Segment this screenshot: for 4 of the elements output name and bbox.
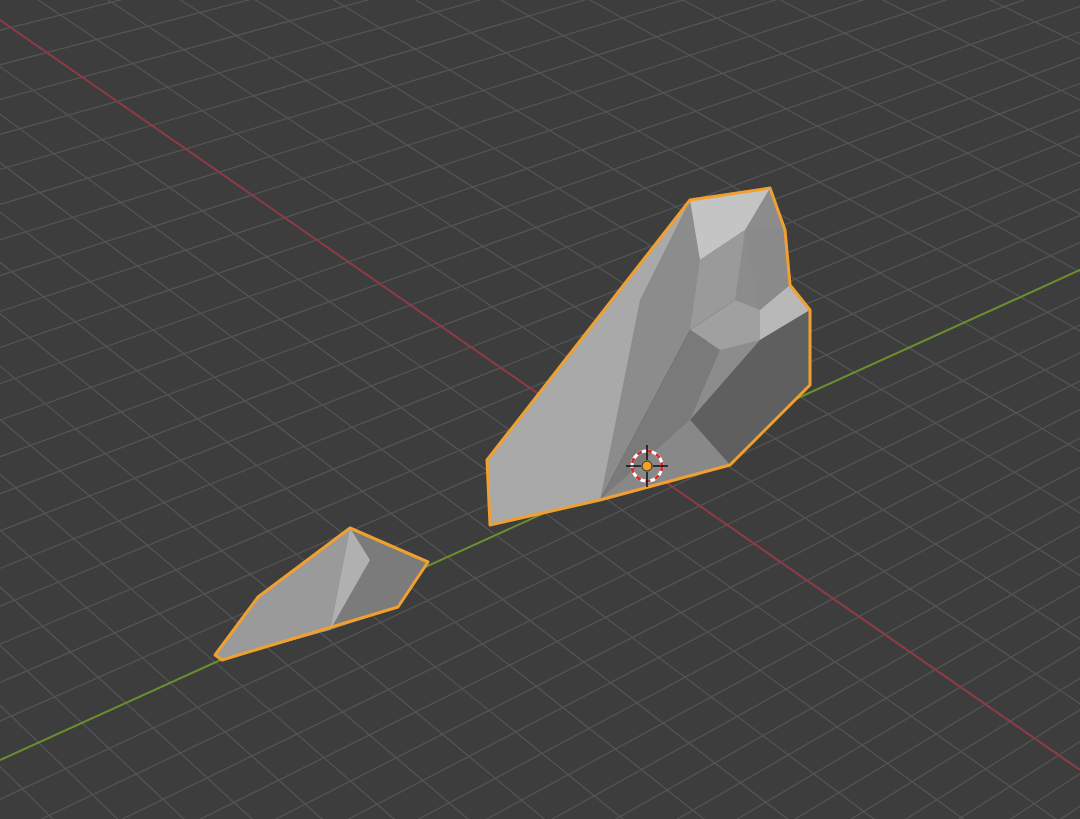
rock-mesh[interactable] xyxy=(485,186,812,527)
rock-mesh[interactable] xyxy=(213,526,430,662)
origin-dot xyxy=(641,460,653,472)
3d-cursor-icon xyxy=(625,444,669,488)
